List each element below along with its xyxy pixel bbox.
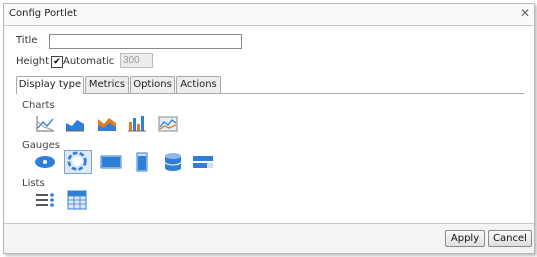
list-icon[interactable] (34, 190, 56, 210)
multi-line-chart-icon[interactable] (157, 114, 179, 134)
area-chart-icon[interactable] (64, 114, 86, 134)
gauge-oval-icon[interactable] (34, 152, 56, 172)
tab-options[interactable]: Options (130, 76, 175, 93)
automatic-checkbox[interactable]: ✔ (51, 56, 63, 68)
dialog-footer: Apply Cancel (4, 223, 534, 253)
close-icon[interactable]: ✕ (520, 6, 530, 20)
gauge-vertical-icon[interactable] (131, 152, 153, 172)
line-chart-icon[interactable] (34, 114, 56, 134)
tab-display-type[interactable]: Display type (16, 76, 84, 94)
height-input[interactable] (120, 53, 153, 68)
cancel-button[interactable]: Cancel (488, 230, 532, 247)
gauge-cylinder-icon[interactable] (162, 152, 184, 172)
config-portlet-dialog: Config Portlet ✕ Title Height ✔ Automati… (3, 3, 535, 254)
height-label: Height (16, 56, 50, 67)
display-type-panel: Charts Gauges Lists (14, 94, 526, 224)
dialog-titlebar: Config Portlet ✕ (4, 4, 534, 26)
tab-actions[interactable]: Actions (176, 76, 221, 93)
stacked-area-chart-icon[interactable] (96, 114, 118, 134)
dialog-title: Config Portlet (9, 8, 77, 19)
section-charts: Charts (22, 100, 55, 111)
bar-chart-icon[interactable] (126, 114, 148, 134)
automatic-label: Automatic (63, 56, 115, 67)
title-label: Title (16, 35, 38, 46)
title-input[interactable] (49, 34, 242, 49)
section-gauges: Gauges (22, 140, 60, 151)
table-icon[interactable] (66, 190, 88, 210)
tab-metrics[interactable]: Metrics (85, 76, 129, 93)
gauge-horizontal-icon[interactable] (100, 152, 122, 172)
apply-button[interactable]: Apply (445, 230, 485, 247)
gauge-dial-icon[interactable] (64, 150, 92, 174)
gauge-progress-icon[interactable] (192, 152, 214, 172)
section-lists: Lists (22, 178, 45, 189)
